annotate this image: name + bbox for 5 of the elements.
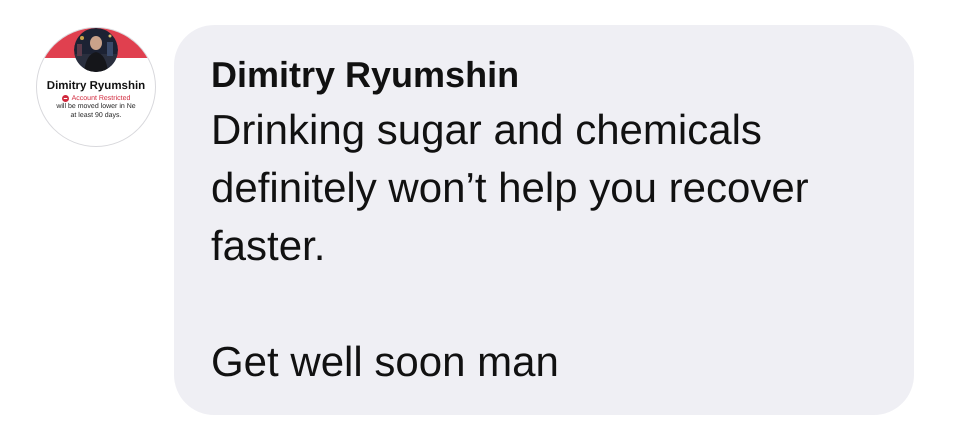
- restricted-icon: [62, 95, 69, 102]
- profile-name: Dimitry Ryumshin: [46, 80, 146, 92]
- comment-text: Drinking sugar and chemicals definitely won’t help you recover faster.: [211, 105, 810, 271]
- comment-text: Get well soon man: [211, 337, 559, 387]
- author-name[interactable]: Dimitry Ryumshin: [211, 53, 520, 97]
